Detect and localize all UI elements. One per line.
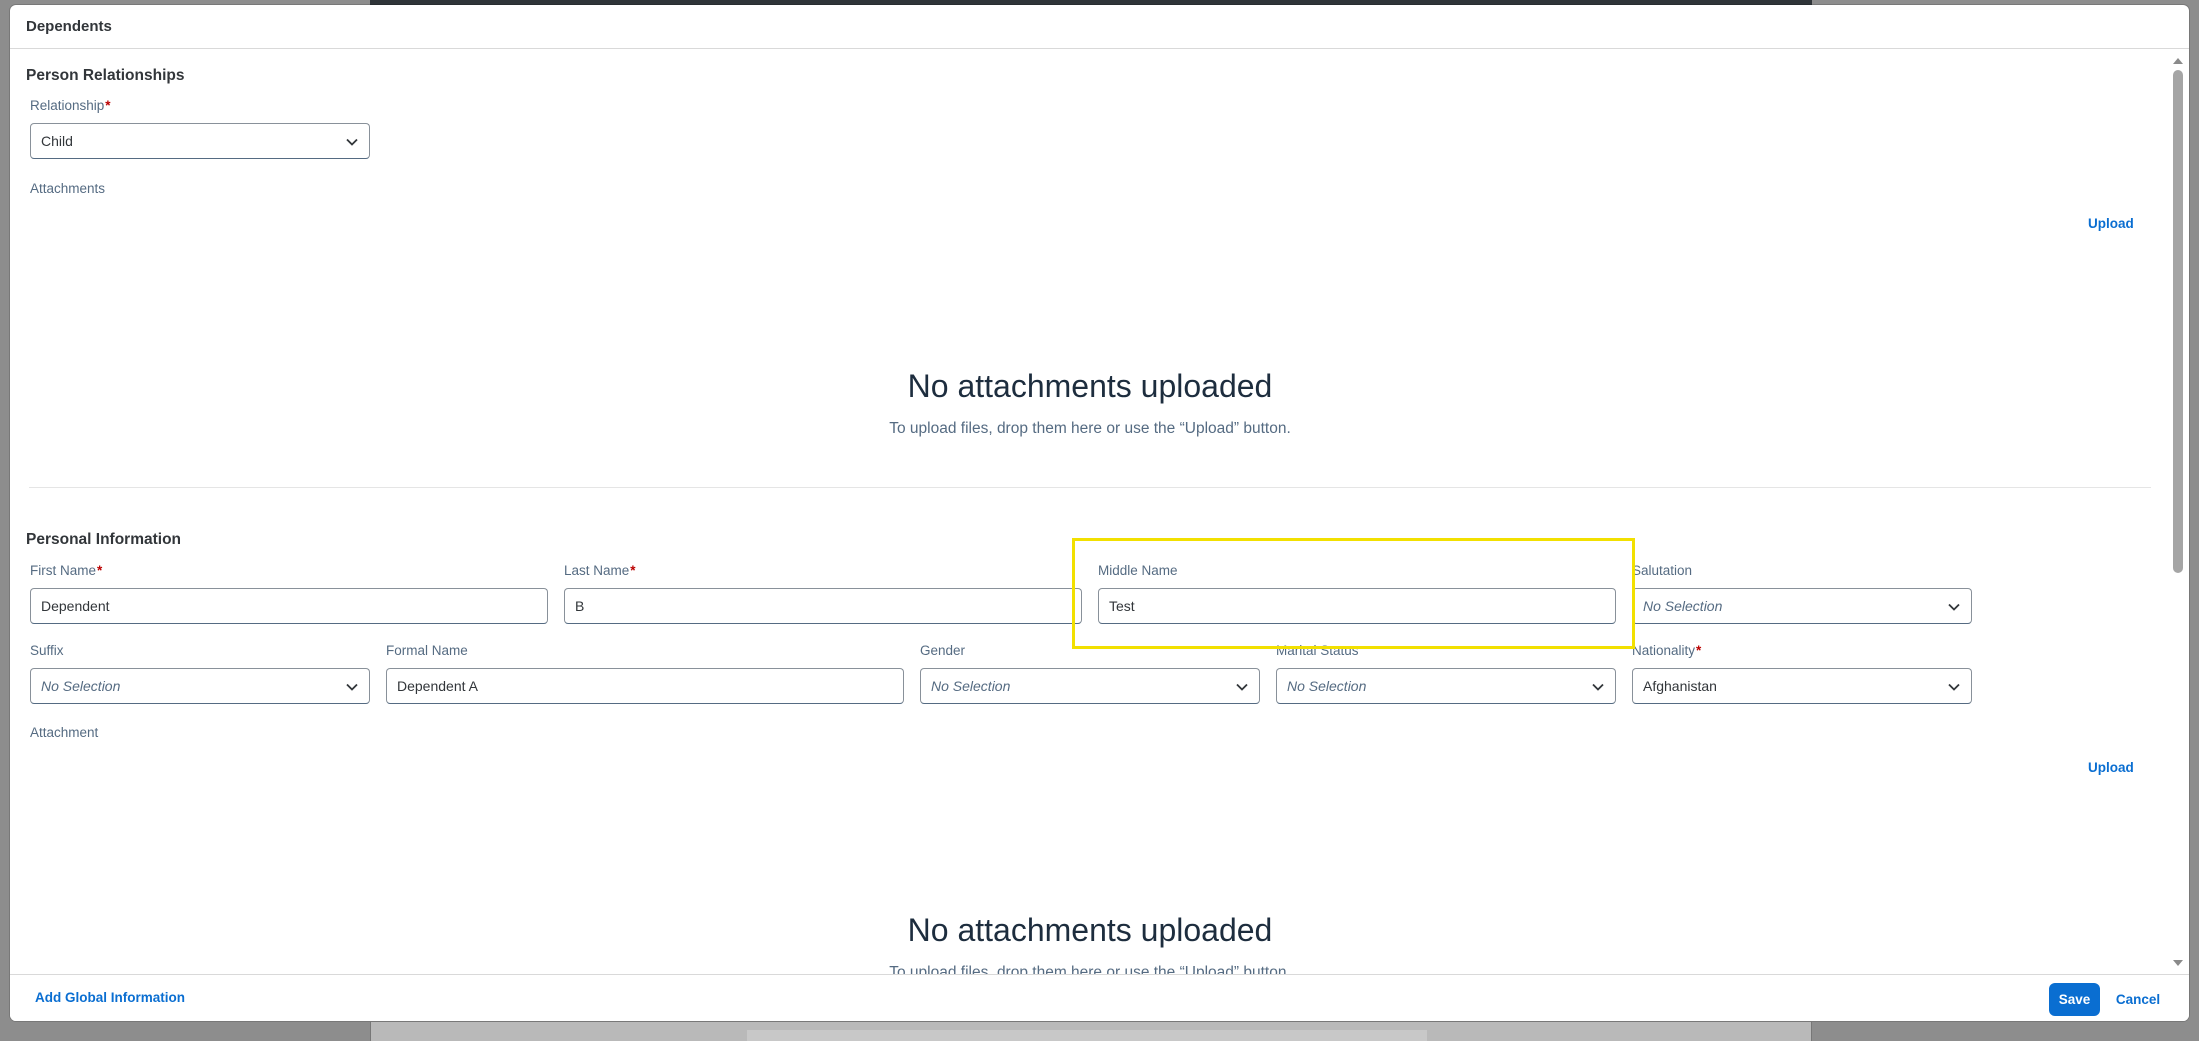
- section-title-personal-information: Personal Information: [26, 531, 182, 548]
- empty-attachment-subtitle: To upload files, drop them here or use t…: [889, 964, 1291, 974]
- suffix-select[interactable]: No Selection: [30, 668, 370, 704]
- required-indicator: *: [1696, 643, 1702, 658]
- required-indicator: *: [97, 563, 103, 578]
- section-title-person-relationships: Person Relationships: [26, 67, 185, 84]
- middle-name-input[interactable]: Test: [1098, 588, 1616, 624]
- scroll-down-icon[interactable]: [2173, 960, 2183, 966]
- empty-attachments-title: No attachments uploaded: [907, 368, 1273, 404]
- salutation-label: Salutation: [1632, 563, 1693, 578]
- nationality-label: Nationality*: [1632, 643, 1702, 658]
- last-name-input[interactable]: B: [564, 588, 1082, 624]
- formal-name-label: Formal Name: [386, 643, 468, 658]
- first-name-label: First Name*: [30, 563, 103, 578]
- marital-status-select[interactable]: No Selection: [1276, 668, 1616, 704]
- save-button[interactable]: Save: [2049, 983, 2100, 1016]
- chevron-down-icon: [1948, 683, 1960, 691]
- attachments-label: Attachments: [30, 181, 106, 196]
- last-name-label: Last Name*: [564, 563, 636, 578]
- suffix-label: Suffix: [30, 643, 64, 658]
- cancel-button[interactable]: Cancel: [2113, 983, 2163, 1016]
- required-indicator: *: [105, 98, 111, 113]
- scroll-up-icon[interactable]: [2173, 58, 2183, 64]
- chevron-down-icon: [346, 683, 358, 691]
- chevron-down-icon: [1236, 683, 1248, 691]
- dialog-header: Dependents: [10, 5, 2189, 49]
- dialog-title: Dependents: [26, 18, 112, 35]
- first-name-input[interactable]: Dependent: [30, 588, 548, 624]
- required-indicator: *: [630, 563, 636, 578]
- marital-status-label: Marital Status: [1276, 643, 1359, 658]
- empty-attachments-subtitle: To upload files, drop them here or use t…: [889, 420, 1291, 437]
- add-global-information-link[interactable]: Add Global Information: [35, 990, 185, 1005]
- empty-attachment-title: No attachments uploaded: [907, 912, 1273, 948]
- nationality-select[interactable]: Afghanistan: [1632, 668, 1972, 704]
- relationship-label: Relationship*: [30, 98, 111, 113]
- background-page-footer: [370, 1022, 1812, 1041]
- chevron-down-icon: [1592, 683, 1604, 691]
- gender-label: Gender: [920, 643, 966, 658]
- salutation-select[interactable]: No Selection: [1632, 588, 1972, 624]
- gender-select[interactable]: No Selection: [920, 668, 1260, 704]
- vertical-scrollbar[interactable]: [2167, 50, 2189, 974]
- relationship-select[interactable]: Child: [30, 123, 370, 159]
- section-divider: [29, 487, 2151, 488]
- chevron-down-icon: [1948, 603, 1960, 611]
- formal-name-input[interactable]: Dependent A: [386, 668, 904, 704]
- attachment-label: Attachment: [30, 725, 99, 740]
- scroll-thumb[interactable]: [2173, 70, 2183, 573]
- dialog-footer: Add Global Information Save Cancel: [10, 974, 2189, 1021]
- middle-name-label: Middle Name: [1098, 563, 1178, 578]
- dialog-content: Person Relationships Relationship* Child…: [10, 50, 2167, 974]
- upload-link-personal[interactable]: Upload: [2088, 760, 2134, 775]
- dependents-dialog: Dependents Person Relationships Relation…: [10, 5, 2189, 1021]
- chevron-down-icon: [346, 138, 358, 146]
- upload-link-relationships[interactable]: Upload: [2088, 216, 2134, 231]
